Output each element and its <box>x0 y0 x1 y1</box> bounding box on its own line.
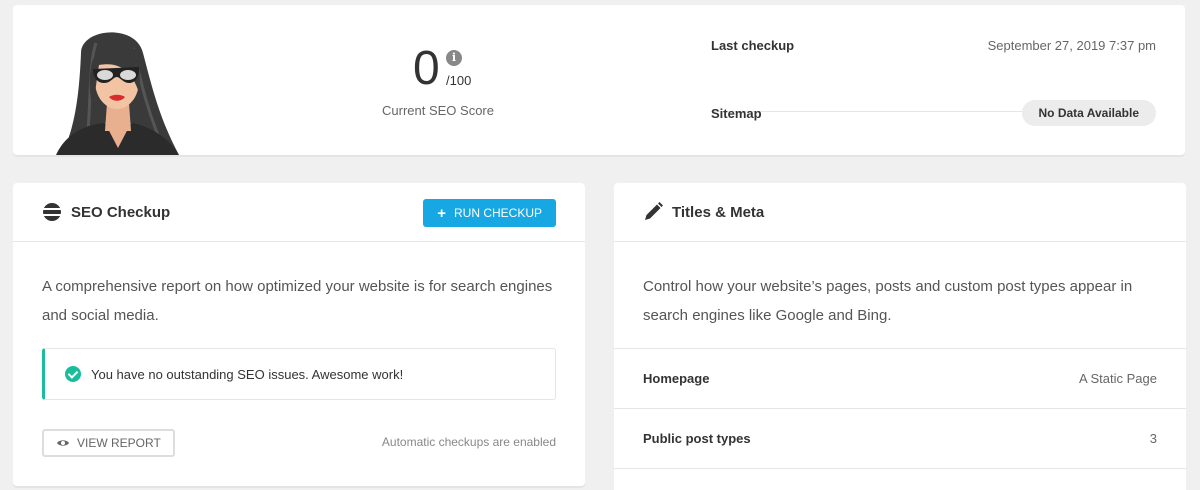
sitemap-status-badge: No Data Available <box>1021 100 1156 126</box>
seo-checkup-description: A comprehensive report on how optimized … <box>42 278 553 324</box>
homepage-row: Homepage A Static Page <box>614 348 1186 408</box>
last-checkup-label: Last checkup <box>711 38 795 53</box>
next-row-divider <box>614 468 1186 490</box>
titles-meta-title: Titles & Meta <box>672 203 765 221</box>
score-value: 0 <box>413 42 440 95</box>
run-checkup-button[interactable]: + RUN CHECKUP <box>423 199 556 227</box>
sitemap-label: Sitemap <box>711 105 762 121</box>
run-checkup-label: RUN CHECKUP <box>453 206 542 220</box>
sitemap-row: Sitemap No Data Available <box>711 100 1156 126</box>
score-label: Current SEO Score <box>382 103 494 118</box>
automatic-checkups-note: Automatic checkups are enabled <box>381 435 556 449</box>
view-report-button[interactable]: VIEW REPORT <box>42 429 175 457</box>
notice-text: You have no outstanding SEO issues. Awes… <box>91 366 404 382</box>
eye-icon <box>57 440 69 446</box>
pencil-icon <box>643 202 663 222</box>
info-icon[interactable]: i <box>446 50 462 66</box>
score-max: /100 <box>446 73 472 88</box>
view-report-label: VIEW REPORT <box>77 436 161 450</box>
titles-meta-header: Titles & Meta <box>614 183 1186 242</box>
check-circle-icon <box>65 366 81 382</box>
stack-icon <box>42 202 62 222</box>
homepage-value: A Static Page <box>1078 371 1157 386</box>
superhero-avatar <box>41 23 181 155</box>
titles-meta-card: Titles & Meta Control how your website’s… <box>614 183 1186 490</box>
success-notice: You have no outstanding SEO issues. Awes… <box>42 348 556 400</box>
seo-checkup-card: SEO Checkup + RUN CHECKUP A comprehensiv… <box>13 183 585 486</box>
last-checkup-value: September 27, 2019 7:37 pm <box>987 38 1156 53</box>
seo-checkup-header: SEO Checkup + RUN CHECKUP <box>13 183 585 242</box>
public-post-types-row: Public post types 3 <box>614 408 1186 468</box>
titles-meta-description: Control how your website’s pages, posts … <box>643 278 1133 324</box>
public-post-types-value: 3 <box>1149 431 1157 446</box>
homepage-label: Homepage <box>643 371 710 386</box>
seo-summary-card: 0 i /100 Current SEO Score Last checkup … <box>13 5 1185 155</box>
seo-checkup-title: SEO Checkup <box>71 203 171 221</box>
seo-score: 0 i /100 Current SEO Score <box>373 42 503 119</box>
public-post-types-label: Public post types <box>643 431 751 446</box>
plus-icon: + <box>437 204 446 222</box>
